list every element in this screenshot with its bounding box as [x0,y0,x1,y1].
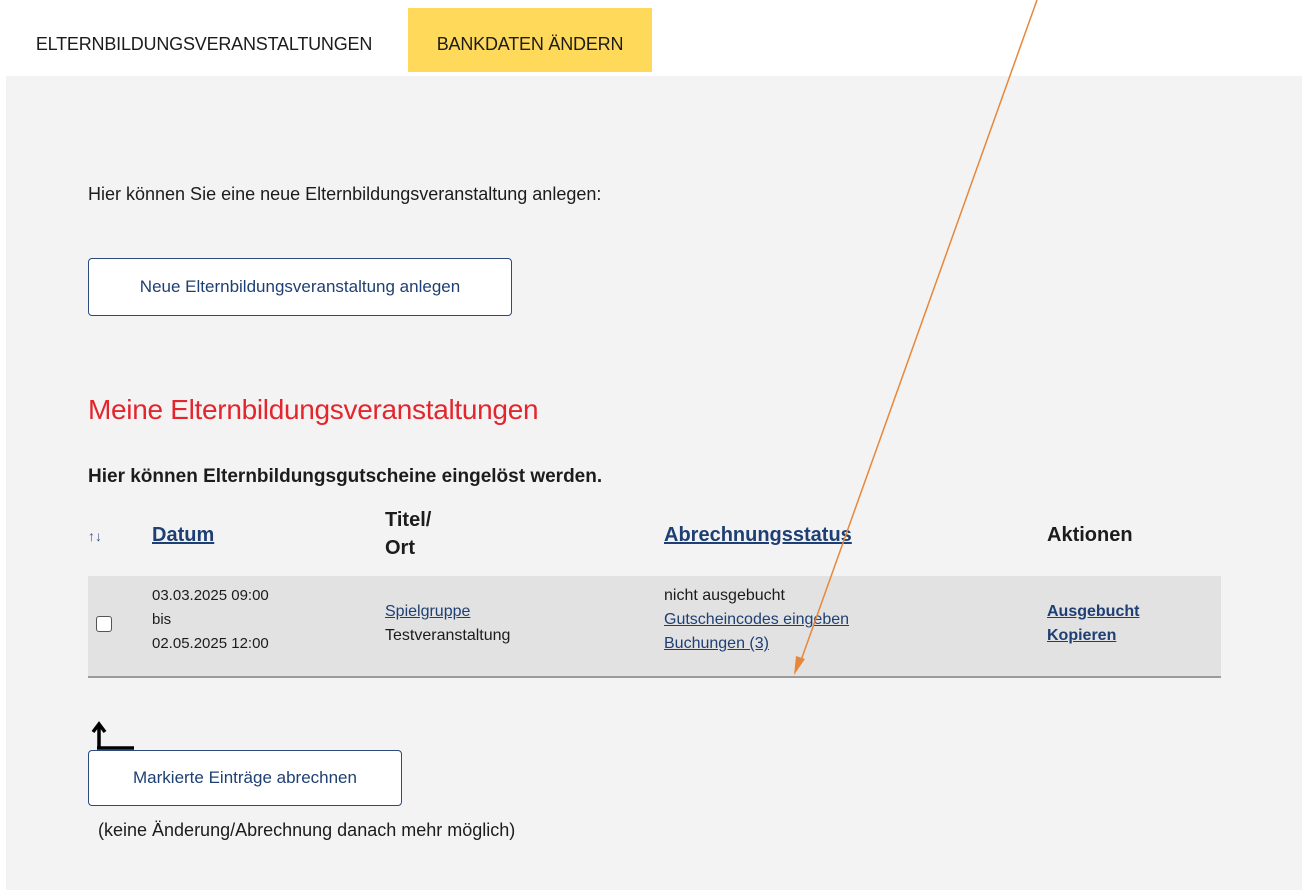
event-title-link[interactable]: Spielgruppe [385,600,510,624]
date-cell: 03.03.2025 09:00 bis 02.05.2025 12:00 [152,584,269,656]
bookings-link[interactable]: Buchungen (3) [664,632,849,656]
corner-up-arrow-icon [91,721,134,750]
mark-booked-link[interactable]: Ausgebucht [1047,600,1139,624]
section-heading: Meine Elternbildungsveranstaltungen [88,394,539,425]
content-panel: Hier können Sie eine neue Elternbildungs… [6,76,1302,890]
tab-elternbildungsveranstaltungen[interactable]: ELTERNBILDUNGSVERANSTALTUNGEN [0,8,408,72]
actions-cell: Ausgebucht Kopieren [1047,600,1139,648]
date-to: 02.05.2025 12:00 [152,635,269,652]
table-row: 03.03.2025 09:00 bis 02.05.2025 12:00 Sp… [88,576,1221,678]
title-cell: Spielgruppe Testveranstaltung [385,600,510,648]
column-header-titel: Titel/ [385,509,432,531]
settle-marked-entries-button[interactable]: Markierte Einträge abrechnen [88,750,402,806]
sort-icon[interactable]: ↑↓ [88,528,102,544]
column-header-aktionen: Aktionen [1047,524,1133,546]
tab-bankdaten-aendern[interactable]: BANKDATEN ÄNDERN [408,8,652,72]
copy-link[interactable]: Kopieren [1047,624,1139,648]
column-header-titel-ort: Titel/ Ort [385,506,431,562]
enter-voucher-codes-link[interactable]: Gutscheincodes eingeben [664,608,849,632]
date-bis: bis [152,611,172,628]
section-subheading: Hier können Elternbildungsgutscheine ein… [88,466,603,487]
row-checkbox[interactable] [96,616,112,632]
column-header-datum[interactable]: Datum [152,524,214,547]
column-header-abrechnungsstatus[interactable]: Abrechnungsstatus [664,524,852,547]
tab-bar: ELTERNBILDUNGSVERANSTALTUNGEN BANKDATEN … [0,0,1302,76]
status-cell: nicht ausgebucht Gutscheincodes eingeben… [664,584,849,656]
event-location: Testveranstaltung [385,627,511,644]
intro-text: Hier können Sie eine neue Elternbildungs… [88,184,602,204]
column-header-ort: Ort [385,537,415,559]
new-event-button[interactable]: Neue Elternbildungsveranstaltung anlegen [88,258,512,316]
settle-note: (keine Änderung/Abrechnung danach mehr m… [98,820,516,840]
booking-status: nicht ausgebucht [664,587,785,604]
date-from: 03.03.2025 09:00 [152,587,269,604]
